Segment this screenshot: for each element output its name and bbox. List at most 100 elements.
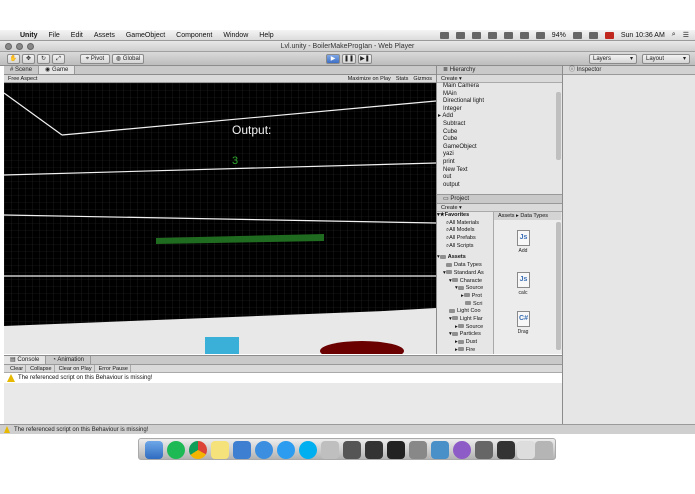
inspector-tab[interactable]: ⓘ Inspector xyxy=(563,66,695,75)
game-viewport[interactable]: Output: 3 xyxy=(4,83,436,354)
list-item[interactable]: Subtract xyxy=(443,121,562,129)
js-file-icon[interactable]: Js xyxy=(517,230,530,246)
tree-row[interactable]: ▸ Fire xyxy=(437,347,491,354)
console-log-row[interactable]: The referenced script on this Behaviour … xyxy=(4,373,562,383)
hierarchy-scrollbar[interactable] xyxy=(556,92,561,160)
list-item[interactable]: Directional light xyxy=(443,98,562,106)
unity-icon[interactable] xyxy=(365,441,383,459)
input-flag-icon[interactable] xyxy=(604,31,614,39)
tree-row[interactable]: Data Types xyxy=(437,262,491,270)
list-item[interactable]: Cube xyxy=(443,136,562,144)
status-app-icon[interactable] xyxy=(503,31,513,39)
console-clear-on-play-button[interactable]: Clear on Play xyxy=(57,365,95,372)
tree-row[interactable]: ⌕All Prefabs xyxy=(437,235,491,243)
menu-edit[interactable]: Edit xyxy=(71,32,83,39)
spotify-icon[interactable] xyxy=(167,441,185,459)
unity-alt-icon[interactable] xyxy=(387,441,405,459)
list-item[interactable]: yazi xyxy=(443,151,562,159)
terminal-icon[interactable] xyxy=(409,441,427,459)
viber-icon[interactable] xyxy=(453,441,471,459)
list-item[interactable]: Cube xyxy=(443,129,562,137)
maximize-on-play-toggle[interactable]: Maximize on Play xyxy=(348,75,391,83)
chrome-icon[interactable] xyxy=(189,441,207,459)
list-item[interactable]: print xyxy=(443,159,562,167)
project-tab[interactable]: ▭ Project xyxy=(437,195,562,204)
notes-icon[interactable] xyxy=(211,441,229,459)
trash-icon[interactable] xyxy=(535,441,553,459)
preview-icon[interactable] xyxy=(431,441,449,459)
tree-row[interactable]: ▾★Favorites xyxy=(437,212,491,220)
console-clear-button[interactable]: Clear xyxy=(8,365,27,372)
rotate-tool-button[interactable]: ↻ xyxy=(37,54,50,64)
hierarchy-create-button[interactable]: Create xyxy=(441,76,458,82)
tree-row[interactable]: ▸ Prot xyxy=(437,293,491,301)
scale-tool-button[interactable]: ⤢ xyxy=(52,54,65,64)
tree-row[interactable]: ▾ Light Flar xyxy=(437,316,491,324)
bluetooth-icon[interactable] xyxy=(519,31,529,39)
step-button[interactable]: ▶❚ xyxy=(358,54,372,64)
spotlight-icon[interactable]: ⌕ xyxy=(672,31,676,39)
steam-icon[interactable] xyxy=(343,441,361,459)
list-item[interactable]: out xyxy=(443,174,562,182)
list-item[interactable]: ▸ Add xyxy=(438,113,562,121)
play-button[interactable]: ▶ xyxy=(326,54,340,64)
menu-app-unity[interactable]: Unity xyxy=(20,32,38,39)
menu-help[interactable]: Help xyxy=(259,32,273,39)
tab-console[interactable]: ▤ Console xyxy=(4,356,47,364)
notification-center-icon[interactable]: ☰ xyxy=(683,31,689,39)
battery-percent[interactable]: 94% xyxy=(552,32,566,39)
tree-row[interactable]: ⌕All Scripts xyxy=(437,243,491,251)
pause-button[interactable]: ❚❚ xyxy=(342,54,356,64)
menu-window[interactable]: Window xyxy=(223,32,248,39)
menu-assets[interactable]: Assets xyxy=(94,32,115,39)
documents-stack-icon[interactable] xyxy=(517,441,535,459)
tree-row[interactable]: Scri xyxy=(437,301,491,309)
hand-tool-button[interactable]: ✋ xyxy=(7,54,20,64)
move-tool-button[interactable]: ✥ xyxy=(22,54,35,64)
finder-icon[interactable] xyxy=(145,441,163,459)
mail-icon[interactable] xyxy=(233,441,251,459)
layers-dropdown[interactable]: Layers ▾ xyxy=(589,54,637,64)
menu-component[interactable]: Component xyxy=(176,32,212,39)
project-create-button[interactable]: Create xyxy=(441,205,458,211)
js-file-icon[interactable]: Js xyxy=(517,272,530,288)
chat-icon[interactable] xyxy=(475,441,493,459)
utility-icon[interactable] xyxy=(321,441,339,459)
tab-scene[interactable]: # Scene xyxy=(4,66,40,74)
status-app-icon[interactable] xyxy=(471,31,481,39)
close-icon[interactable] xyxy=(5,43,12,50)
status-app-icon[interactable] xyxy=(455,31,465,39)
list-item[interactable]: New Text xyxy=(443,167,562,175)
app-store-icon[interactable] xyxy=(277,441,295,459)
volume-icon[interactable] xyxy=(588,31,598,39)
list-item[interactable]: Main Camera xyxy=(443,83,562,91)
hierarchy-tab[interactable]: ≣ Hierarchy xyxy=(437,66,562,75)
minimize-icon[interactable] xyxy=(16,43,23,50)
global-button[interactable]: ◍ Global xyxy=(112,54,144,64)
console-collapse-button[interactable]: Collapse xyxy=(28,365,55,372)
tree-row[interactable]: ▾ Characte xyxy=(437,278,491,286)
project-scrollbar[interactable] xyxy=(556,222,561,350)
clock[interactable]: Sun 10:36 AM xyxy=(621,32,665,39)
tree-row[interactable]: ⌕All Models xyxy=(437,227,491,235)
tab-game[interactable]: ◉ Game xyxy=(39,66,76,74)
stats-toggle[interactable]: Stats xyxy=(396,75,409,83)
gizmos-toggle[interactable]: Gizmos xyxy=(413,75,432,83)
cs-file-icon[interactable]: C# xyxy=(517,311,530,327)
tree-row[interactable]: ▾ Source xyxy=(437,285,491,293)
tree-row[interactable]: ▸ Dust xyxy=(437,339,491,347)
xbox-live-icon[interactable] xyxy=(497,441,515,459)
zoom-icon[interactable] xyxy=(27,43,34,50)
list-item[interactable]: GameObject xyxy=(443,144,562,152)
tree-row[interactable]: ▾ Particles xyxy=(437,331,491,339)
list-item[interactable]: MAin xyxy=(443,91,562,99)
layout-dropdown[interactable]: Layout ▾ xyxy=(642,54,690,64)
menu-file[interactable]: File xyxy=(49,32,60,39)
list-item[interactable]: output xyxy=(443,182,562,190)
skype-icon[interactable] xyxy=(299,441,317,459)
pivot-button[interactable]: ⌖ Pivot xyxy=(80,54,110,64)
tree-row[interactable]: ▸ Source xyxy=(437,324,491,332)
tree-row[interactable]: Light Coo xyxy=(437,308,491,316)
list-item[interactable]: Integer xyxy=(443,106,562,114)
status-app-icon[interactable] xyxy=(439,31,449,39)
